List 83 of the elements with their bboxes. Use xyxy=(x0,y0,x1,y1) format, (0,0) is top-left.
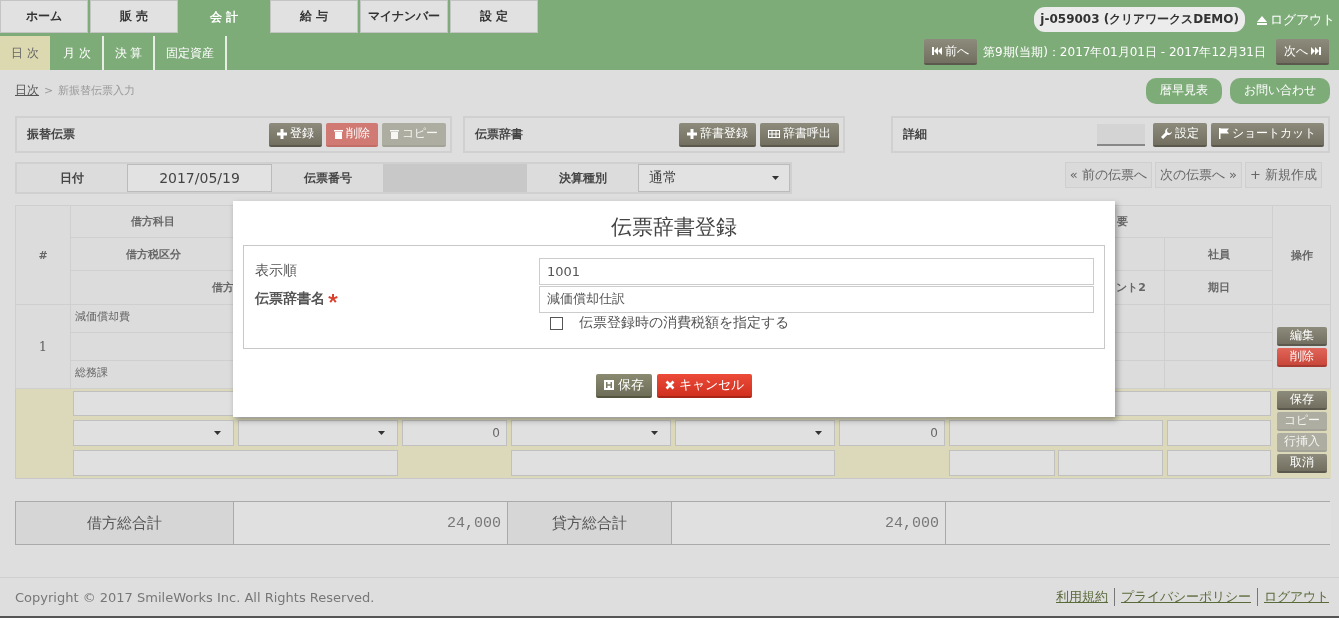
row-action-button[interactable]: 編集 xyxy=(1276,326,1327,346)
toolbar-button[interactable]: 登録 xyxy=(268,122,322,147)
caret-icon xyxy=(651,431,658,435)
skip-back-icon xyxy=(931,47,942,55)
plus-icon xyxy=(276,128,287,139)
panel-title: 詳細 xyxy=(903,126,928,143)
checkbox-label: 伝票登録時の消費税額を指定する xyxy=(579,314,789,332)
flag-icon xyxy=(1219,128,1229,139)
caret-icon xyxy=(214,431,221,435)
previous-period-button[interactable]: 前へ xyxy=(923,39,977,65)
grid-icon xyxy=(768,129,781,138)
breadcrumb-link[interactable]: 日次 xyxy=(15,81,39,99)
input-field[interactable] xyxy=(949,450,1055,476)
save-button[interactable]: 保存 xyxy=(596,374,652,398)
input-field[interactable] xyxy=(73,391,234,416)
field-label: 表示順 xyxy=(255,262,298,280)
breadcrumb-separator: > xyxy=(44,83,54,97)
caret-icon xyxy=(378,431,385,435)
logout-link[interactable]: ログアウト xyxy=(1257,11,1335,29)
select-field[interactable] xyxy=(511,420,671,446)
panel-title: 伝票辞書 xyxy=(474,126,523,143)
select-field[interactable] xyxy=(675,420,835,446)
footer-link[interactable]: 利用規約 xyxy=(1056,588,1108,606)
panel-title: 振替伝票 xyxy=(27,126,75,143)
total-label: 借方総合計 xyxy=(16,502,234,544)
row-action-button[interactable]: 取消 xyxy=(1277,454,1327,473)
plus-icon xyxy=(687,128,698,139)
checkbox[interactable] xyxy=(550,316,563,330)
trash-icon xyxy=(333,128,343,139)
sub-tab[interactable]: 日 次 xyxy=(0,36,50,70)
input-field[interactable] xyxy=(949,420,1163,446)
nav-tab[interactable]: マイナンバー xyxy=(360,0,448,33)
period-label: 第9期(当期)：2017年01月01日 - 2017年12月31日 xyxy=(982,43,1266,61)
sub-tab[interactable]: 固定資産 xyxy=(155,36,228,70)
header-link-button[interactable]: 暦早見表 xyxy=(1146,77,1222,104)
dialog-title: 伝票辞書登録 xyxy=(611,214,737,241)
row-number: 1 xyxy=(15,304,71,389)
skip-forward-icon xyxy=(1311,47,1321,55)
toolbar-button[interactable]: 設定 xyxy=(1153,122,1207,147)
header-link-button[interactable]: お問い合わせ xyxy=(1230,77,1330,104)
nav-tab[interactable]: 販 売 xyxy=(90,0,178,33)
input-field[interactable] xyxy=(1167,450,1271,476)
eject-icon xyxy=(1257,15,1267,25)
input-field[interactable] xyxy=(1057,450,1163,476)
sub-tab[interactable]: 月 次 xyxy=(51,36,104,70)
save-icon xyxy=(604,380,614,390)
trash-icon xyxy=(389,128,399,139)
next-period-button[interactable]: 次へ xyxy=(1276,39,1329,65)
footer-link[interactable]: ログアウト xyxy=(1257,588,1329,606)
column-header: 操作 xyxy=(1272,205,1331,305)
column-header: # xyxy=(15,205,71,305)
caret-icon xyxy=(815,431,822,435)
select-field[interactable] xyxy=(238,420,398,446)
sub-tab[interactable]: 決 算 xyxy=(103,36,156,70)
cancel-button[interactable]: キャンセル xyxy=(657,374,752,398)
input-field[interactable]: 減価償却仕訳 xyxy=(539,285,1094,313)
toolbar-button[interactable]: 辞書登録 xyxy=(679,122,757,147)
nav-tab[interactable]: ホーム xyxy=(0,0,88,33)
field-label: 伝票辞書名 xyxy=(255,290,539,308)
row-action-button[interactable]: 保存 xyxy=(1277,391,1327,410)
footer-link[interactable]: プライバシーポリシー xyxy=(1114,588,1251,606)
wrench-icon xyxy=(1161,128,1172,139)
select-field[interactable] xyxy=(73,420,234,446)
close-icon xyxy=(665,380,675,390)
row-action-button[interactable]: 削除 xyxy=(1276,347,1327,367)
amount-field[interactable]: 0 xyxy=(839,420,945,446)
copyright-text: Copyright © 2017 SmileWorks Inc. All Rights Reserved. xyxy=(15,589,375,605)
voucher-nav-button[interactable]: + 新規作成 xyxy=(1244,162,1322,188)
input-field[interactable]: 1001 xyxy=(539,257,1094,285)
amount-field[interactable]: 0 xyxy=(402,420,507,446)
toolbar-button[interactable]: 辞書呼出 xyxy=(760,122,840,147)
voucher-nav-button[interactable]: « 前の伝票へ xyxy=(1064,162,1152,188)
nav-tab[interactable]: 給 与 xyxy=(270,0,358,33)
required-icon xyxy=(328,294,338,304)
toolbar-button[interactable]: ショートカット xyxy=(1211,122,1324,147)
input-field[interactable] xyxy=(73,450,398,476)
voucher-nav-button[interactable]: 次の伝票へ » xyxy=(1154,162,1242,188)
total-label: 貸方総合計 xyxy=(508,502,672,544)
input-field[interactable] xyxy=(511,450,835,476)
blank-button[interactable] xyxy=(1097,123,1145,146)
nav-tab[interactable]: 設 定 xyxy=(450,0,538,33)
input-field[interactable] xyxy=(1167,420,1271,446)
account-badge[interactable]: j-059003 (クリアワークスDEMO) xyxy=(1034,7,1245,32)
